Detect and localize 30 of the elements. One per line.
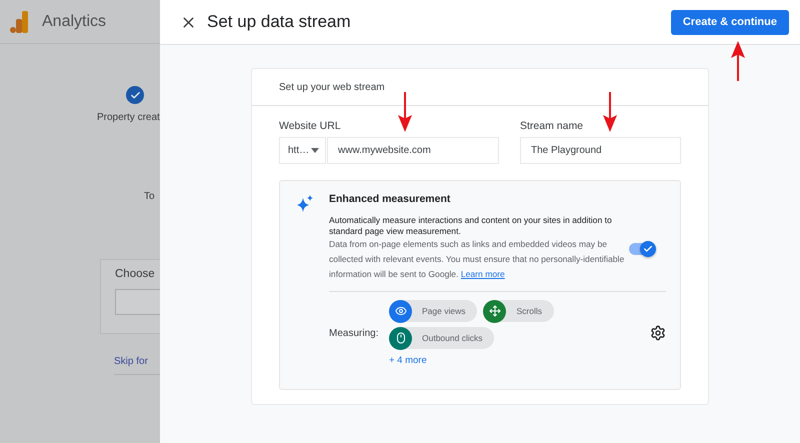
bar-chart-logo-icon [10, 10, 30, 32]
event-label: Scrolls [516, 306, 542, 316]
event-label: Outbound clicks [422, 333, 482, 343]
field-label: Website URL [279, 120, 342, 132]
note-text: Data from on-page elements such as links and embedded videos may be collected with relevant events. You must ensure that no personally-identifiable information will be sent to Google. Learn more [329, 238, 625, 281]
annotation-arrow-icon [731, 41, 745, 81]
instruction-text: To [144, 191, 155, 202]
description-text: Automatically measure interactions and content on your sites in addition to standard page view measurement. [329, 215, 613, 237]
measuring-label: Measuring: [329, 328, 380, 338]
field-label: Stream name [520, 120, 584, 132]
annotation-arrow-icon [398, 92, 412, 132]
card-title: Set up your web stream [279, 82, 385, 92]
more-link[interactable]: + 4 more [389, 355, 639, 366]
caret-icon [311, 148, 320, 153]
section-title: Enhanced measurement [329, 193, 452, 205]
protocol-dropdown[interactable]: htt… [279, 137, 326, 164]
create-continue-button[interactable]: Create & continue [670, 10, 789, 34]
toggle-switch[interactable] [629, 242, 654, 254]
annotation-arrow-icon [603, 92, 617, 132]
url-field[interactable]: www.mywebsite.com [327, 137, 499, 164]
check-icon [643, 244, 653, 254]
choose-label: Choose [115, 268, 156, 280]
settings-icon[interactable] [650, 325, 666, 341]
sparkle-icon [296, 195, 314, 213]
event-label: Page views [422, 306, 466, 316]
step-label: Property creat [97, 112, 160, 123]
learn-more-link[interactable]: Learn more [460, 269, 505, 279]
dialog-title: Set up data stream [207, 12, 352, 32]
stream-name-field[interactable]: The Playground [520, 137, 681, 164]
app-title: Analytics [42, 12, 106, 30]
